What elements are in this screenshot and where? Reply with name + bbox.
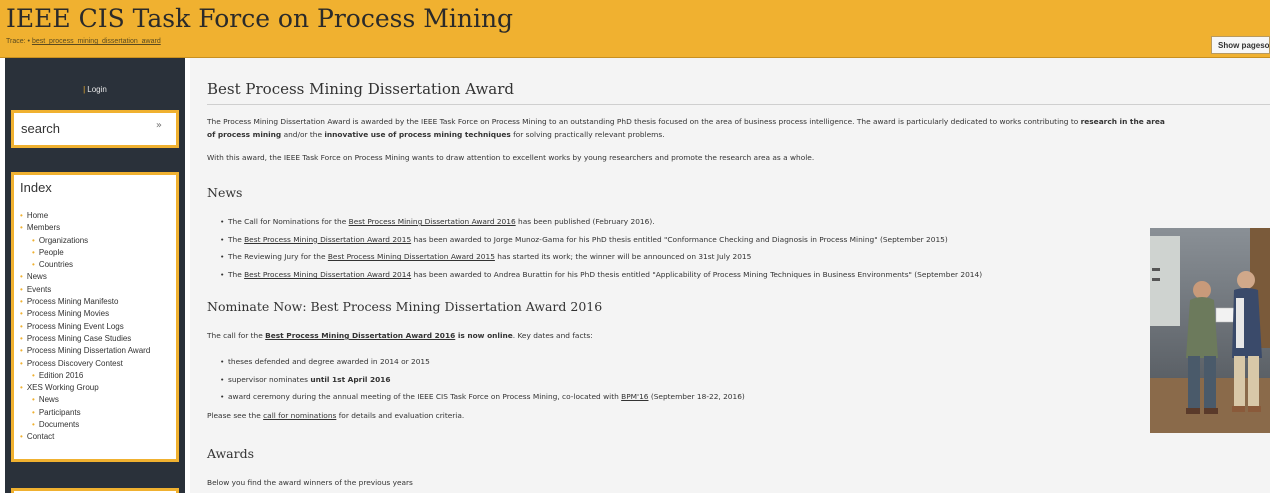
news-list: The Call for Nominations for the Best Pr… [220, 213, 982, 284]
news-heading: News [207, 185, 243, 200]
index-item-contact[interactable]: • Contact [20, 431, 150, 443]
award-ceremony-photo [1150, 228, 1270, 433]
fact-item: theses defended and degree awarded in 20… [220, 353, 745, 371]
news-item: The Best Process Mining Dissertation Awa… [220, 266, 982, 284]
index-item-members[interactable]: • Members [20, 222, 150, 234]
index-item-xes-working-group[interactable]: • XES Working Group [20, 382, 150, 394]
search-button[interactable]: » [156, 120, 162, 131]
index-item-countries[interactable]: • Countries [20, 259, 150, 271]
awards-heading: Awards [207, 446, 255, 461]
index-item-movies[interactable]: • Process Mining Movies [20, 308, 150, 320]
trace-link[interactable]: best_process_mining_dissertation_award [32, 38, 161, 45]
index-item-manifesto[interactable]: • Process Mining Manifesto [20, 296, 150, 308]
search-input[interactable]: search [21, 121, 60, 136]
index-title: Index [20, 180, 52, 195]
award-photo-image [1150, 228, 1270, 433]
login-area: | Login [5, 85, 185, 94]
show-pagesource-button[interactable]: Show pagesource [1211, 36, 1270, 54]
index-item-events[interactable]: • Events [20, 284, 150, 296]
facts-list: theses defended and degree awarded in 20… [220, 353, 745, 406]
index-panel: Index • Home • Members • Organizations • Peo… [11, 172, 179, 462]
login-separator: | [83, 85, 86, 94]
call-award-link[interactable]: Best Process Mining Dissertation Award 2… [265, 331, 455, 340]
index-item-people[interactable]: • People [20, 247, 150, 259]
news-item: The Best Process Mining Dissertation Awa… [220, 231, 982, 249]
bpm16-link[interactable]: BPM'16 [621, 392, 648, 401]
index-list: • Home • Members • Organizations • People • C… [20, 210, 150, 444]
index-item-news[interactable]: • News [20, 271, 150, 283]
index-item-documents[interactable]: • Documents [20, 419, 150, 431]
see-paragraph: Please see the call for nominations for … [207, 411, 465, 420]
index-item-home[interactable]: • Home [20, 210, 150, 222]
call-for-nominations-link[interactable]: call for nominations [263, 411, 336, 420]
search-box[interactable]: search » [11, 110, 179, 148]
news-item: The Call for Nominations for the Best Pr… [220, 213, 982, 231]
index-item-case-studies[interactable]: • Process Mining Case Studies [20, 333, 150, 345]
nominate-heading: Nominate Now: Best Process Mining Disser… [207, 299, 603, 314]
index-item-discovery-contest[interactable]: • Process Discovery Contest [20, 358, 150, 370]
call-paragraph: The call for the Best Process Mining Dis… [207, 331, 593, 340]
fact-item: award ceremony during the annual meeting… [220, 388, 745, 406]
index-item-dissertation-award[interactable]: • Process Mining Dissertation Award [20, 345, 150, 357]
index-item-event-logs[interactable]: • Process Mining Event Logs [20, 321, 150, 333]
site-title[interactable]: IEEE CIS Task Force on Process Mining [6, 4, 513, 33]
index-item-participants[interactable]: • Participants [20, 407, 150, 419]
site-header: IEEE CIS Task Force on Process Mining Tr… [0, 0, 1270, 58]
sidebar: | Login search » Index • Home • Members • Or… [5, 58, 185, 493]
news-item: The Reviewing Jury for the Best Process … [220, 248, 982, 266]
trace-label: Trace: [6, 38, 26, 45]
fact-item: supervisor nominates until 1st April 201… [220, 371, 745, 389]
breadcrumb: Trace: • best_process_mining_dissertatio… [6, 38, 161, 45]
index-item-edition-2016[interactable]: • Edition 2016 [20, 370, 150, 382]
trace-bullet: • [27, 38, 30, 45]
sidebar-bottom-panel [11, 488, 179, 493]
main-content: Best Process Mining Dissertation Award T… [190, 58, 1270, 493]
index-item-organizations[interactable]: • Organizations [20, 235, 150, 247]
intro-paragraph: The Process Mining Dissertation Award is… [207, 117, 1165, 139]
title-divider [207, 104, 1270, 105]
awards-paragraph: Below you find the award winners of the … [207, 478, 413, 487]
page-title: Best Process Mining Dissertation Award [207, 80, 515, 98]
intro-paragraph-2: With this award, the IEEE Task Force on … [207, 153, 815, 162]
login-link[interactable]: Login [87, 85, 107, 94]
index-item-xes-news[interactable]: • News [20, 394, 150, 406]
